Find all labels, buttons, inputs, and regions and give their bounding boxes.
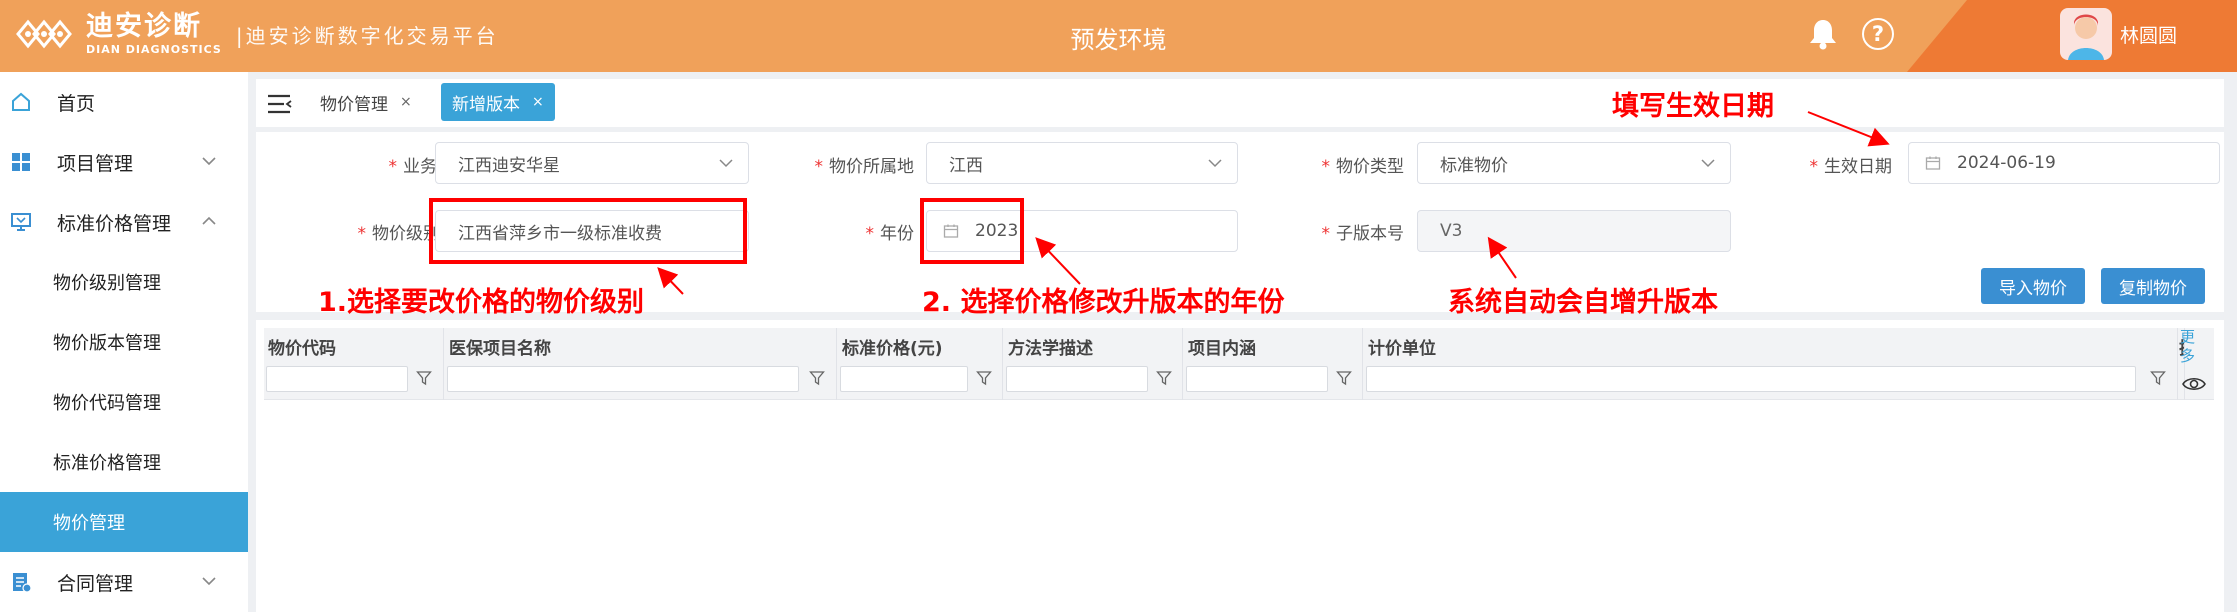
arrow-to-subversion xyxy=(1487,236,1517,279)
annotation-arrows xyxy=(657,111,1890,295)
arrow-to-effective-date xyxy=(1807,111,1890,147)
arrow-to-level-name xyxy=(657,267,684,295)
arrow-to-year xyxy=(1035,237,1081,285)
